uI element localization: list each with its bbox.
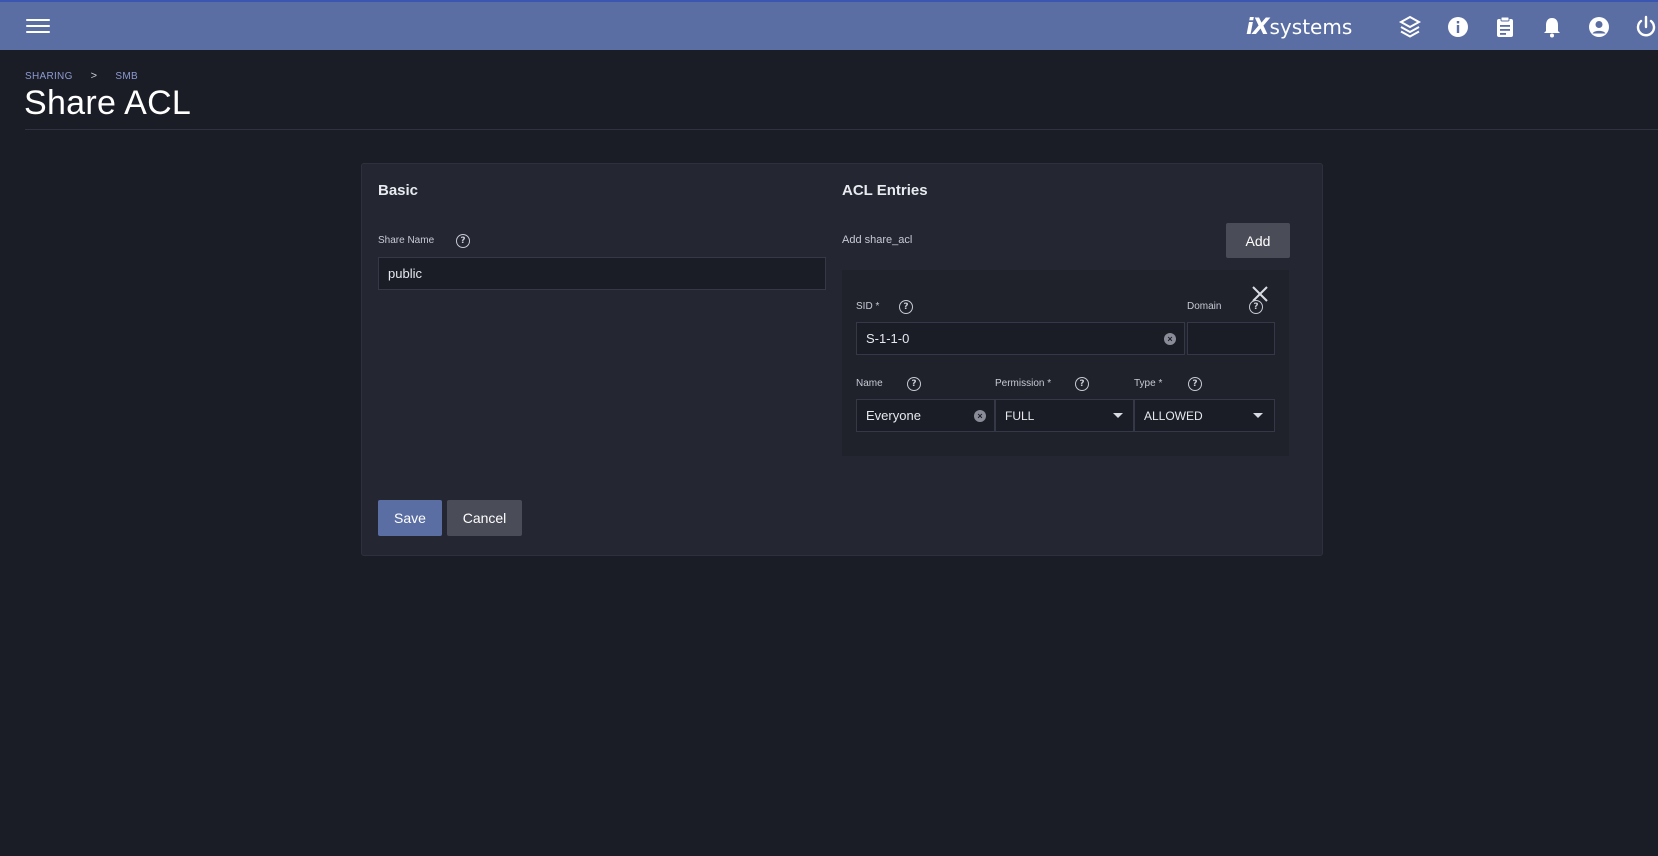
account-icon[interactable] [1587, 15, 1611, 39]
permission-value: FULL [1005, 408, 1035, 423]
chevron-down-icon [1253, 413, 1263, 418]
truecommand-icon[interactable] [1398, 15, 1422, 39]
name-clear-icon[interactable]: × [974, 410, 986, 422]
acl-entries-title: ACL Entries [842, 182, 928, 199]
sid-help-icon[interactable]: ? [899, 300, 913, 314]
info-icon[interactable] [1446, 15, 1470, 39]
save-button[interactable]: Save [378, 500, 442, 536]
basic-section-title: Basic [378, 182, 419, 199]
share-name-input[interactable]: public [378, 257, 826, 290]
share-acl-form: Basic Share Name ? public ACL Entries Ad… [361, 163, 1323, 556]
permission-select[interactable]: FULL [995, 399, 1134, 432]
name-label: Name [856, 378, 883, 389]
chevron-down-icon [1113, 413, 1123, 418]
logo-text: systems [1269, 15, 1353, 39]
logo-ix: iX [1246, 14, 1269, 40]
breadcrumb-separator: > [90, 70, 98, 82]
menu-icon[interactable] [24, 15, 52, 39]
top-bar: iX systems [0, 0, 1658, 50]
sid-input[interactable]: S-1-1-0 × [856, 322, 1185, 355]
add-acl-button[interactable]: Add [1226, 223, 1290, 258]
share-name-help-icon[interactable]: ? [456, 234, 470, 248]
domain-input[interactable] [1187, 322, 1275, 355]
breadcrumb-sharing[interactable]: SHARING [25, 71, 73, 82]
sid-clear-icon[interactable]: × [1164, 333, 1176, 345]
domain-label: Domain [1187, 301, 1222, 312]
permission-label: Permission * [995, 378, 1052, 389]
acl-entry: SID * ? S-1-1-0 × Domain ? Name ? Everyo… [842, 270, 1289, 456]
breadcrumb: SHARING > SMB [25, 70, 138, 82]
breadcrumb-smb[interactable]: SMB [115, 71, 138, 82]
type-select[interactable]: ALLOWED [1134, 399, 1275, 432]
clipboard-icon[interactable] [1493, 15, 1517, 39]
type-label: Type * [1134, 378, 1163, 389]
cancel-button[interactable]: Cancel [447, 500, 522, 536]
bell-icon[interactable] [1540, 15, 1564, 39]
power-icon[interactable] [1634, 15, 1658, 39]
add-share-acl-label: Add share_acl [842, 234, 913, 246]
share-name-label: Share Name [378, 235, 435, 246]
sid-value: S-1-1-0 [866, 331, 910, 346]
name-value: Everyone [866, 408, 921, 423]
permission-help-icon[interactable]: ? [1075, 377, 1089, 391]
sid-label: SID * [856, 301, 880, 312]
page-title: Share ACL [24, 84, 192, 122]
ixsystems-logo[interactable]: iX systems [1246, 12, 1352, 42]
domain-help-icon[interactable]: ? [1249, 300, 1263, 314]
type-help-icon[interactable]: ? [1188, 377, 1202, 391]
type-value: ALLOWED [1144, 408, 1203, 423]
name-help-icon[interactable]: ? [907, 377, 921, 391]
header-divider [25, 129, 1658, 130]
name-input[interactable]: Everyone × [856, 399, 995, 432]
